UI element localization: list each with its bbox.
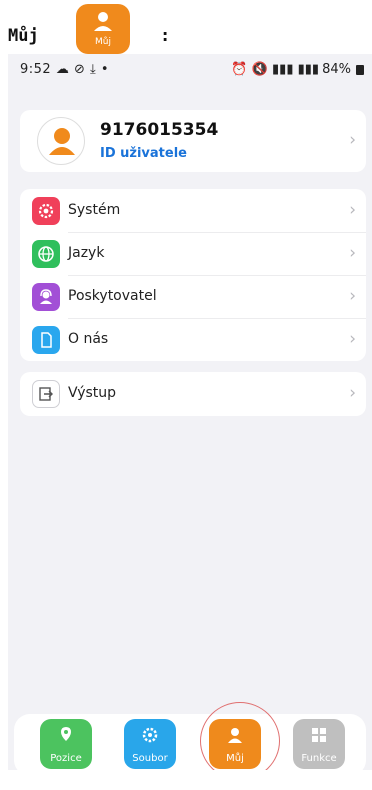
chevron-right-icon: › [349,243,356,263]
tab-label: Pozice [50,753,82,764]
menu-item-about[interactable]: O nás › [20,318,366,361]
tab-pozice[interactable]: Pozice [40,719,92,769]
tab-label: Funkce [301,753,337,764]
gear-icon [32,197,60,225]
profile-user-id-label: ID uživatele [100,146,187,161]
menu-item-exit[interactable]: Výstup › [20,372,366,415]
menu-item-system[interactable]: Systém › [20,189,366,232]
person-icon [94,12,112,31]
logout-card: Výstup › [20,372,366,416]
settings-icon [142,727,158,743]
tab-label: Soubor [132,753,168,764]
chevron-right-icon: › [349,130,356,150]
status-time-group: 9:52 ☁ ⊘ ⤓ • [20,62,109,77]
location-icon [61,727,71,741]
menu-item-language[interactable]: Jazyk › [20,232,366,275]
exit-icon [32,380,60,408]
caption-my-tab-icon: Můj [76,4,130,54]
battery-icon [356,64,364,75]
chevron-right-icon: › [349,286,356,306]
status-right: ⏰ 🔇 ▮▮▮ ▮▮▮ 84% [231,62,364,77]
caption-bar: Můj Můj : [0,0,372,56]
menu-item-label: O nás [68,331,109,347]
profile-phone-number: 9176015354 [100,120,219,140]
caption-colon: : [160,26,171,46]
tab-funkce[interactable]: Funkce [293,719,345,769]
menu-item-label: Poskytovatel [68,288,157,304]
menu-item-label: Jazyk [68,245,105,261]
menu-item-label: Výstup [68,385,117,401]
chevron-right-icon: › [349,329,356,349]
status-notification-icons: ☁ ⊘ ⤓ • [55,62,110,77]
support-agent-icon [32,283,60,311]
chevron-right-icon: › [349,383,356,403]
apps-icon [312,728,326,742]
status-time: 9:52 [20,62,52,77]
caption-title: Můj [8,26,39,46]
tab-soubor[interactable]: Soubor [124,719,176,769]
screen-root: { "caption": { "title": "Můj", "icon_lab… [0,0,372,790]
status-bar: 9:52 ☁ ⊘ ⤓ • ⏰ 🔇 ▮▮▮ ▮▮▮ 84% [8,54,372,84]
bottom-tab-bar: Pozice Soubor Můj Funkce [14,702,366,770]
status-system-icons: ⏰ 🔇 ▮▮▮ ▮▮▮ [231,62,320,77]
phone-screen: 9:52 ☁ ⊘ ⤓ • ⏰ 🔇 ▮▮▮ ▮▮▮ 84% 9176015354 … [8,54,372,770]
avatar [37,117,85,165]
settings-menu: Systém › Jazyk › Poskytovatel › O nás › [20,189,366,361]
profile-card[interactable]: 9176015354 ID uživatele › [20,110,366,172]
document-icon [32,326,60,354]
menu-item-provider[interactable]: Poskytovatel › [20,275,366,318]
globe-icon [32,240,60,268]
battery-percent: 84% [322,62,351,77]
active-tab-highlight-circle [200,702,280,770]
user-avatar-icon [49,128,75,155]
menu-item-label: Systém [68,202,121,218]
chevron-right-icon: › [349,200,356,220]
caption-icon-label: Můj [95,37,111,47]
